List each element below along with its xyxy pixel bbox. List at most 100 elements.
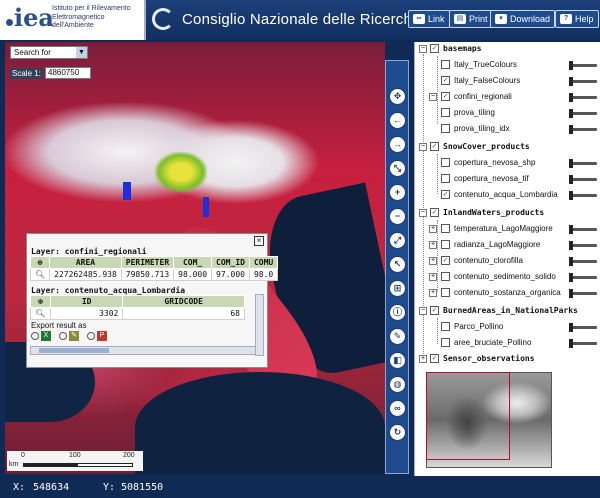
layer-item[interactable]: Italy_TrueColours (415, 58, 600, 72)
identify-icon[interactable]: ⓘ (389, 304, 406, 321)
group-burnedareas[interactable]: − ✓ BurnedAreas_in_NationalParks (415, 304, 600, 318)
layer-item[interactable]: aree_bruciate_Pollino (415, 336, 600, 350)
zoom-out-icon[interactable]: − (389, 208, 406, 225)
opacity-slider[interactable] (569, 77, 597, 86)
locate-icon[interactable]: ◍ (389, 376, 406, 393)
layer-item[interactable]: prova_tiling (415, 106, 600, 120)
layer-item[interactable]: prova_tiling_idx (415, 122, 600, 136)
layer-checkbox[interactable] (441, 60, 450, 69)
opacity-slider[interactable] (569, 61, 597, 70)
layer-item[interactable]: copertura_nevosa_tif (415, 172, 600, 186)
opacity-slider[interactable] (569, 273, 597, 282)
expand-icon[interactable]: + (429, 273, 437, 281)
ruler-icon[interactable]: ✎ (389, 328, 406, 345)
download-button[interactable]: ▾ Download (490, 10, 556, 28)
zoom-box-icon[interactable]: ⤡ (389, 160, 406, 177)
group-sensor-observations[interactable]: + ✓ Sensor_observations (415, 352, 600, 366)
layer-checkbox[interactable]: ✓ (441, 256, 450, 265)
horizontal-scrollbar[interactable] (30, 346, 256, 355)
group-checkbox[interactable]: ✓ (430, 44, 439, 53)
expand-icon[interactable]: + (429, 257, 437, 265)
layer-checkbox[interactable] (441, 174, 450, 183)
layer-item[interactable]: + temperatura_LagoMaggiore (415, 222, 600, 236)
binoculars-icon[interactable]: ∞ (389, 400, 406, 417)
layer-item[interactable]: ✓ Italy_FalseColours (415, 74, 600, 88)
zoom-in-icon[interactable]: + (389, 184, 406, 201)
layer-checkbox[interactable] (441, 322, 450, 331)
collapse-icon[interactable]: − (419, 209, 427, 217)
opacity-slider[interactable] (569, 241, 597, 250)
search-for-select[interactable]: Search for ▼ (10, 46, 88, 59)
opacity-slider[interactable] (569, 323, 597, 332)
layer-item[interactable]: − ✓ confini_regionali (415, 90, 600, 104)
layer-checkbox[interactable] (441, 240, 450, 249)
layer2-title: Layer: contenuto_acqua_Lombardia (31, 286, 186, 295)
layer-checkbox[interactable] (441, 288, 450, 297)
measure-icon[interactable]: ⊞ (389, 280, 406, 297)
overview-extent-box[interactable] (426, 372, 510, 460)
layer-item[interactable]: + contenuto_sostanza_organica (415, 286, 600, 300)
layer-item[interactable]: + radianza_LagoMaggiore (415, 238, 600, 252)
expand-icon[interactable]: + (429, 289, 437, 297)
opacity-slider[interactable] (569, 225, 597, 234)
layer-checkbox[interactable] (441, 224, 450, 233)
back-icon[interactable]: ← (389, 112, 406, 129)
export-xls-radio[interactable] (31, 332, 39, 340)
group-checkbox[interactable]: ✓ (430, 208, 439, 217)
group-checkbox[interactable]: ✓ (430, 306, 439, 315)
opacity-slider[interactable] (569, 289, 597, 298)
close-icon[interactable]: × (254, 236, 264, 246)
group-basemaps[interactable]: − ✓ basemaps (415, 42, 600, 56)
pan-icon[interactable]: ✥ (389, 88, 406, 105)
layer-item[interactable]: copertura_nevosa_shp (415, 156, 600, 170)
group-snowcover-products[interactable]: − ✓ SnowCover_products (415, 140, 600, 154)
collapse-icon[interactable]: − (419, 143, 427, 151)
expand-icon[interactable]: + (429, 225, 437, 233)
export-csv-radio[interactable] (59, 332, 67, 340)
opacity-slider[interactable] (569, 159, 597, 168)
expand-icon[interactable]: ⊕ (30, 295, 51, 308)
full-extent-icon[interactable]: ⤢ (389, 232, 406, 249)
layer-checkbox[interactable] (441, 158, 450, 167)
layer-item[interactable]: + contenuto_sedimento_solido (415, 270, 600, 284)
area-icon[interactable]: ◧ (389, 352, 406, 369)
opacity-slider[interactable] (569, 339, 597, 348)
layer-checkbox[interactable]: ✓ (441, 190, 450, 199)
select-icon[interactable]: ↖ (389, 256, 406, 273)
expand-icon[interactable]: + (429, 241, 437, 249)
vertical-scrollbar[interactable] (255, 294, 264, 356)
layer-checkbox[interactable] (441, 124, 450, 133)
zoom-to-feature-icon[interactable]: 🔍︎ (29, 268, 51, 281)
collapse-icon[interactable]: − (419, 307, 427, 315)
layer-checkbox[interactable] (441, 272, 450, 281)
layer-checkbox[interactable] (441, 338, 450, 347)
forward-icon[interactable]: → (389, 136, 406, 153)
export-pdf-radio[interactable] (87, 332, 95, 340)
zoom-to-feature-icon[interactable]: 🔍︎ (30, 307, 51, 320)
group-inlandwaters-products[interactable]: − ✓ InlandWaters_products (415, 206, 600, 220)
scale-input[interactable]: 4860750 (45, 67, 91, 79)
scrollbar-thumb[interactable] (39, 348, 109, 353)
collapse-icon[interactable]: − (429, 93, 437, 101)
expand-icon[interactable]: ⊕ (29, 256, 51, 269)
opacity-slider[interactable] (569, 191, 597, 200)
group-checkbox[interactable]: ✓ (430, 354, 439, 363)
opacity-slider[interactable] (569, 125, 597, 134)
expand-icon[interactable]: + (419, 355, 427, 363)
opacity-slider[interactable] (569, 109, 597, 118)
refresh-icon[interactable]: ↻ (389, 424, 406, 441)
layer-checkbox[interactable]: ✓ (441, 76, 450, 85)
group-checkbox[interactable]: ✓ (430, 142, 439, 151)
layer-checkbox[interactable] (441, 108, 450, 117)
collapse-icon[interactable]: − (419, 45, 427, 53)
opacity-slider[interactable] (569, 175, 597, 184)
opacity-slider[interactable] (569, 257, 597, 266)
layer-item[interactable]: + ✓ contenuto_clorofilla (415, 254, 600, 268)
link-button[interactable]: ∞ Link (408, 10, 450, 28)
opacity-slider[interactable] (569, 93, 597, 102)
layer-item[interactable]: ✓ contenuto_acqua_Lombardia (415, 188, 600, 202)
layer-checkbox[interactable]: ✓ (441, 92, 450, 101)
help-button[interactable]: ? Help (555, 10, 599, 28)
print-button[interactable]: ▤ Print (449, 10, 493, 28)
layer-item[interactable]: Parco_Pollino (415, 320, 600, 334)
